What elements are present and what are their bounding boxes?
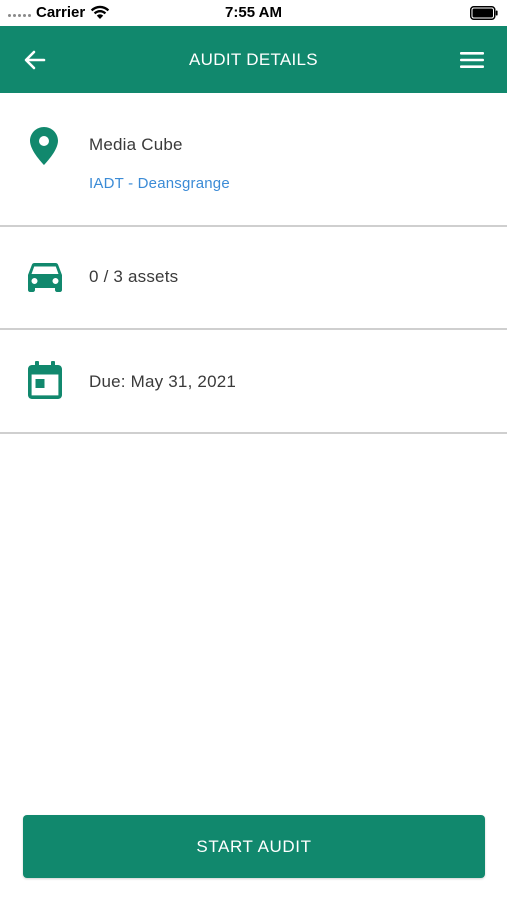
due-icon-wrap (26, 360, 64, 400)
map-pin-icon (30, 127, 58, 165)
start-audit-button[interactable]: START AUDIT (23, 815, 485, 878)
assets-count: 0 / 3 assets (89, 267, 179, 286)
due-date: Due: May 31, 2021 (89, 372, 237, 391)
status-time: 7:55 AM (225, 4, 282, 21)
assets-row: 0 / 3 assets (0, 227, 507, 330)
page-title: AUDIT DETAILS (189, 50, 318, 69)
location-icon-wrap (26, 126, 62, 166)
location-site-link[interactable]: IADT - Deansgrange (89, 175, 230, 192)
menu-button[interactable] (457, 45, 487, 75)
due-date-row: Due: May 31, 2021 (0, 330, 507, 434)
location-name: Media Cube (89, 135, 183, 154)
hamburger-menu-icon (460, 52, 484, 68)
calendar-icon (28, 361, 62, 399)
app-bar: AUDIT DETAILS (0, 26, 507, 93)
battery-icon (470, 6, 498, 20)
car-icon (28, 263, 62, 292)
assets-icon-wrap (26, 260, 64, 294)
location-row: Media Cube IADT - Deansgrange (0, 93, 507, 227)
status-bar: Carrier 7:55 AM (0, 0, 507, 26)
